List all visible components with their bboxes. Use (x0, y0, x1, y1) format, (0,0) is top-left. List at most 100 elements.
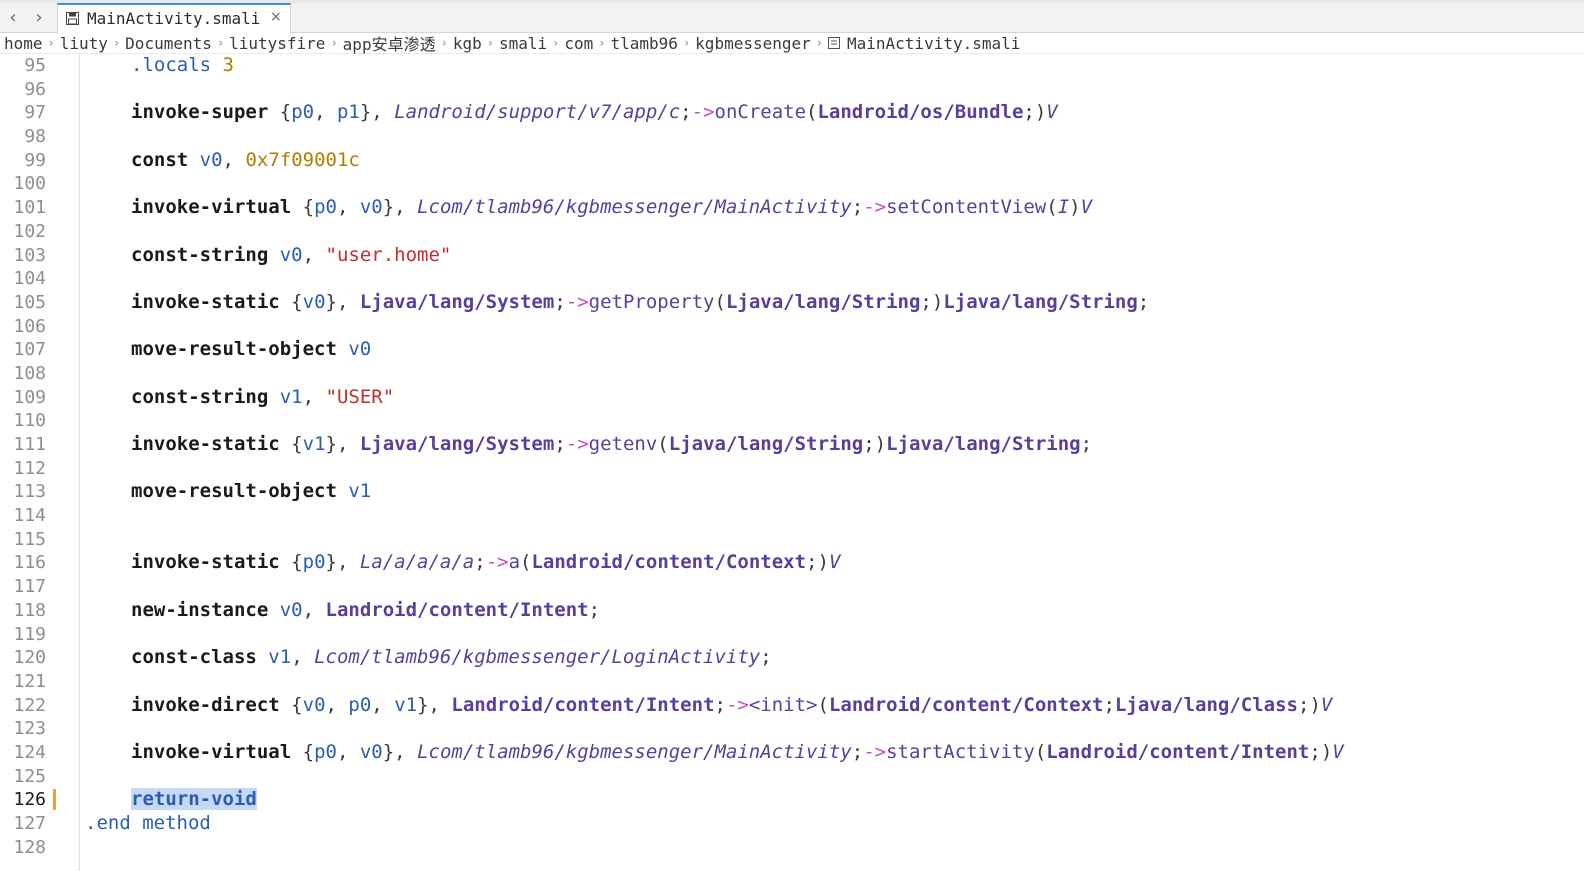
line-number: 110 (13, 410, 46, 431)
code-line-111: invoke-static {v1}, Ljava/lang/System;->… (131, 433, 1092, 456)
line-number-gutter[interactable]: 95 96 97 98 99 100 101 102 103 104 105 1… (0, 54, 80, 871)
code-line-113: move-result-object v1 (131, 480, 371, 503)
code-editor[interactable]: .locals 3 invoke-super {p0, p1}, Landroi… (81, 54, 1584, 871)
string-literal: "USER" (325, 386, 395, 408)
method-name: startActivity (886, 741, 1035, 763)
close-icon[interactable]: × (270, 9, 282, 25)
register: v1 (268, 646, 292, 668)
line-number: 107 (13, 339, 46, 360)
code-line-103: const-string v0, "user.home" (131, 244, 451, 267)
breadcrumb-item-liuty[interactable]: liuty (60, 34, 108, 53)
code-line-95: .locals 3 (131, 54, 234, 77)
punctuation: ; (920, 291, 932, 313)
punctuation: ) (874, 433, 887, 455)
code-line-116: invoke-static {p0}, La/a/a/a/a;->a(Landr… (131, 551, 840, 574)
punctuation: ; (554, 433, 566, 455)
method-name: <init> (748, 694, 818, 716)
breadcrumb-item-file[interactable]: MainActivity.smali (828, 34, 1020, 53)
return-type: V (1332, 741, 1344, 763)
punctuation: { (291, 433, 303, 455)
register: v1 (394, 694, 418, 716)
line-number: 125 (13, 766, 46, 787)
code-line-99: const v0, 0x7f09001c (131, 149, 360, 172)
punctuation: ; (1080, 433, 1093, 455)
punctuation: ; (851, 741, 864, 763)
punctuation: }, (359, 101, 395, 123)
breadcrumb-separator: › (682, 36, 691, 50)
punctuation: ( (817, 694, 829, 716)
punctuation: { (279, 101, 292, 123)
register: p0 (314, 196, 337, 218)
line-number: 104 (13, 268, 46, 289)
line-number: 118 (13, 600, 46, 621)
line-number: 112 (13, 458, 46, 479)
punctuation: ; (1137, 291, 1150, 313)
breadcrumb-item-tlamb96[interactable]: tlamb96 (611, 34, 678, 53)
line-number: 108 (13, 363, 46, 384)
punctuation: }, (417, 694, 452, 716)
punctuation: ( (1046, 196, 1058, 218)
class-type: Lcom/tlamb96/kgbmessenger/LoginActivity (314, 646, 761, 668)
breadcrumb-item-home[interactable]: home (4, 34, 43, 53)
line-number: 99 (24, 150, 46, 171)
breadcrumb-item-kgbmessenger[interactable]: kgbmessenger (695, 34, 811, 53)
punctuation: ; (680, 101, 692, 123)
breadcrumb-separator: › (598, 36, 606, 50)
breadcrumb-item-smali[interactable]: smali (499, 34, 547, 53)
directive: .locals (131, 54, 212, 76)
breadcrumb-separator: › (330, 36, 338, 50)
method-name: setContentView (886, 196, 1047, 218)
register: v0 (302, 291, 326, 313)
punctuation: ) (931, 291, 944, 313)
opcode: invoke-virtual (131, 196, 292, 218)
breadcrumb-separator: › (440, 36, 448, 50)
class-type: Lcom/tlamb96/kgbmessenger/MainActivity (417, 741, 852, 763)
method-name: getProperty (588, 291, 715, 313)
line-number: 116 (13, 552, 46, 573)
breadcrumb-item-documents[interactable]: Documents (125, 34, 212, 53)
arrow-operator: -> (725, 694, 749, 716)
back-arrow-icon[interactable]: ‹ (3, 7, 23, 29)
breadcrumb-item-app-folder[interactable]: app安卓渗透 (343, 31, 436, 55)
register: p1 (336, 101, 360, 123)
punctuation: , (336, 196, 360, 218)
breadcrumb-item-com[interactable]: com (564, 34, 593, 53)
opcode: const-string (131, 386, 269, 408)
param-type: Ljava/lang/Class (1114, 694, 1298, 716)
line-number: 109 (13, 387, 46, 408)
number-literal: 3 (222, 54, 234, 76)
breadcrumb-item-liutysfire[interactable]: liutysfire (229, 34, 325, 53)
punctuation: ; (1309, 741, 1321, 763)
line-number: 120 (13, 647, 46, 668)
class-type: Lcom/tlamb96/kgbmessenger/MainActivity (417, 196, 852, 218)
register: v1 (348, 480, 372, 502)
line-number: 96 (24, 79, 46, 100)
breadcrumb-item-kgb[interactable]: kgb (453, 34, 482, 53)
punctuation: }, (382, 741, 418, 763)
selected-text[interactable]: return-void (131, 788, 257, 810)
code-line-101: invoke-virtual {p0, v0}, Lcom/tlamb96/kg… (131, 196, 1092, 219)
punctuation: ; (760, 646, 772, 668)
arrow-operator: -> (565, 433, 589, 455)
opcode: invoke-static (131, 291, 280, 313)
opcode: invoke-direct (131, 694, 280, 716)
class-type: Ljava/lang/System (359, 433, 555, 455)
modified-line-marker (53, 789, 56, 810)
punctuation: ; (554, 291, 566, 313)
punctuation: ) (1034, 101, 1047, 123)
line-number: 105 (13, 292, 46, 313)
register: v0 (279, 599, 303, 621)
punctuation: ) (1320, 741, 1333, 763)
register: v0 (302, 694, 326, 716)
forward-arrow-icon[interactable]: › (29, 7, 49, 29)
method-name: a (508, 551, 521, 573)
code-line-109: const-string v1, "USER" (131, 386, 394, 409)
return-type: V (828, 551, 841, 573)
punctuation: { (302, 741, 315, 763)
register: v0 (359, 741, 383, 763)
class-type: Ljava/lang/System (359, 291, 555, 313)
param-type: Landroid/content/Intent (1046, 741, 1310, 763)
register: p0 (291, 101, 315, 123)
tab-mainactivity-smali[interactable]: MainActivity.smali × (57, 3, 291, 34)
punctuation: ; (1103, 694, 1115, 716)
